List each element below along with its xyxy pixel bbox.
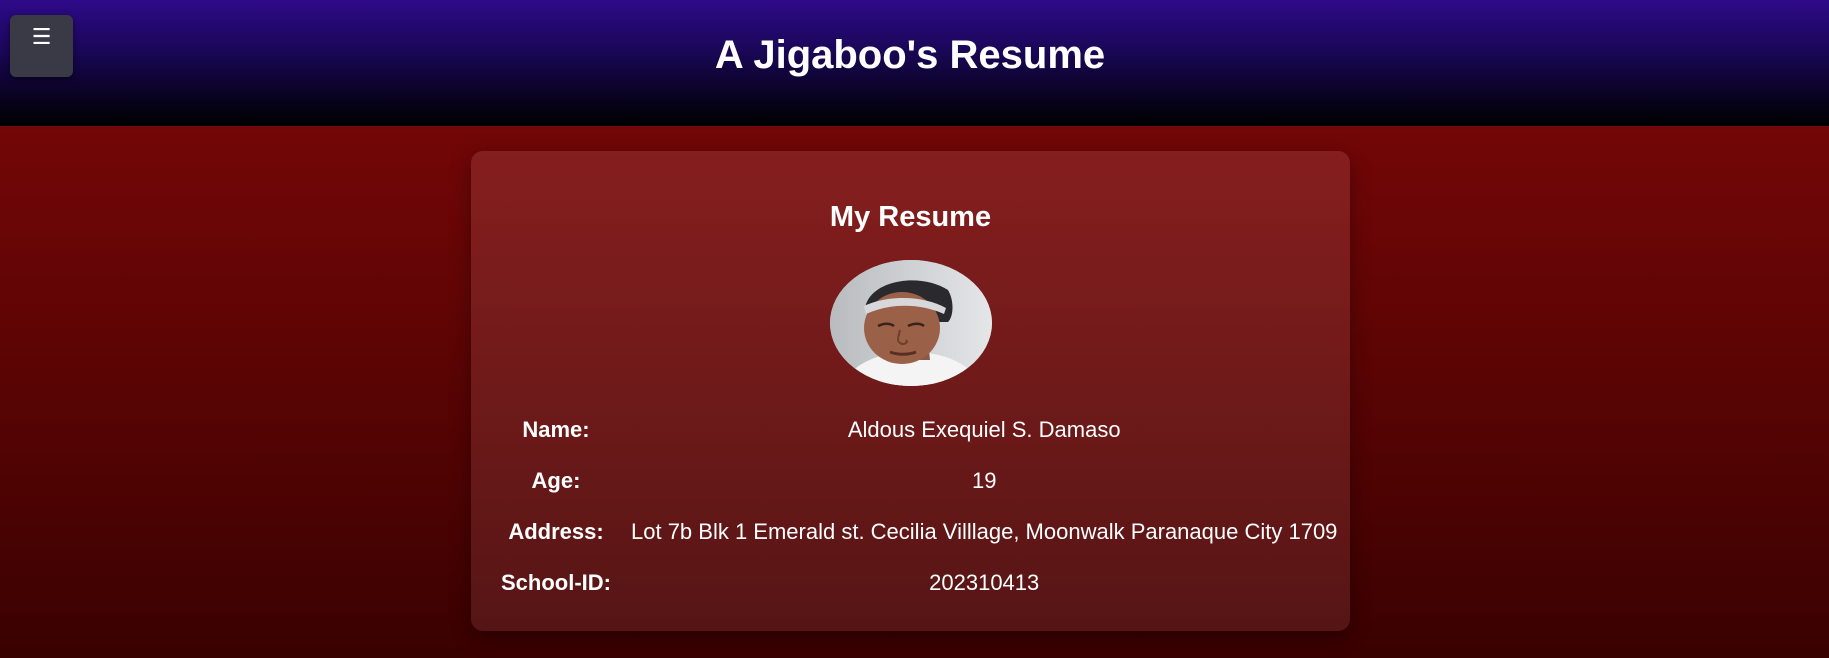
name-row: Name: Aldous Exequiel S. Damaso xyxy=(491,404,1347,455)
address-value: Lot 7b Blk 1 Emerald st. Cecilia Villlag… xyxy=(631,518,1338,544)
school-id-value: 202310413 xyxy=(929,569,1040,595)
name-label: Name: xyxy=(522,416,590,442)
address-row: Address: Lot 7b Blk 1 Emerald st. Cecili… xyxy=(491,506,1347,557)
header-bar: ☰ A Jigaboo's Resume xyxy=(0,0,1829,126)
profile-photo-image xyxy=(830,260,992,386)
age-value: 19 xyxy=(971,467,997,493)
resume-title: My Resume xyxy=(829,201,992,233)
resume-card: My Resume Name: Aldous Exequiel S. Damas… xyxy=(471,151,1350,631)
school-id-row: School-ID: 202310413 xyxy=(491,557,1347,608)
profile-photo xyxy=(830,260,992,386)
name-value: Aldous Exequiel S. Damaso xyxy=(847,416,1121,442)
page-title: A Jigaboo's Resume xyxy=(714,33,1106,77)
age-label: Age: xyxy=(531,467,581,493)
school-id-label: School-ID: xyxy=(501,569,611,595)
resume-details-table: Name: Aldous Exequiel S. Damaso Age: 19 … xyxy=(491,404,1347,608)
age-row: Age: 19 xyxy=(491,455,1347,506)
address-label: Address: xyxy=(508,518,604,544)
